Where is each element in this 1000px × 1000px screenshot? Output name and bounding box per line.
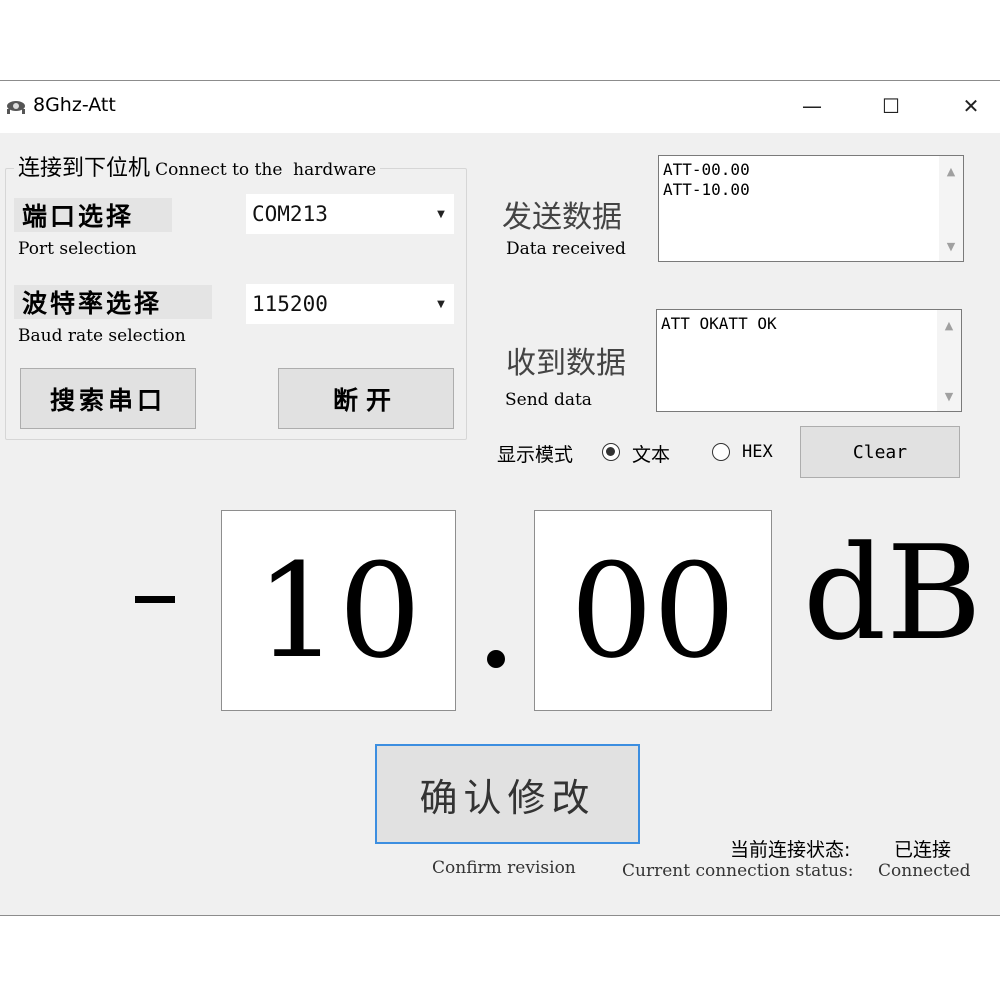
port-select[interactable]: COM213 ▼	[246, 194, 454, 234]
scroll-up-icon[interactable]: ▲	[937, 314, 961, 336]
window-title: 8Ghz-Att	[33, 94, 116, 116]
port-select-value: COM213	[252, 202, 328, 226]
fraction-field[interactable]: 00	[534, 510, 772, 711]
close-button[interactable]: ✕	[941, 81, 1000, 131]
send-label-cn: 发送数据	[502, 200, 622, 235]
status-value-en: Connected	[878, 861, 971, 881]
confirm-caption: Confirm revision	[432, 858, 576, 878]
baud-label-cn: 波特率选择	[14, 285, 212, 319]
radio-text-label[interactable]: 文本	[632, 440, 670, 467]
minimize-button[interactable]: —	[782, 81, 842, 131]
window-bottom-border	[0, 915, 1000, 916]
status-label-cn: 当前连接状态:	[730, 839, 851, 861]
search-port-button[interactable]: 搜索串口	[20, 368, 196, 429]
receive-data-scrollbar[interactable]: ▲ ▼	[937, 310, 961, 411]
status-label-en: Current connection status:	[622, 861, 854, 881]
port-label-cn: 端口选择	[14, 198, 172, 232]
port-label-en: Port selection	[18, 239, 137, 259]
disconnect-button[interactable]: 断开	[278, 368, 454, 429]
title-bar[interactable]: 8Ghz-Att — ☐ ✕	[0, 81, 1000, 133]
receive-label-en: Send data	[505, 390, 592, 410]
confirm-button[interactable]: 确认修改	[375, 744, 640, 844]
send-data-text: ATT-00.00 ATT-10.00	[663, 160, 750, 199]
send-data-textbox[interactable]: ATT-00.00 ATT-10.00 ▲ ▼	[658, 155, 964, 262]
send-label-en: Data received	[506, 239, 626, 259]
baud-select[interactable]: 115200 ▼	[246, 284, 454, 324]
radio-text[interactable]	[602, 443, 620, 461]
unit-label: dB	[803, 517, 982, 669]
chevron-down-icon[interactable]: ▼	[428, 194, 454, 234]
display-mode-label: 显示模式	[497, 444, 574, 466]
receive-data-textbox[interactable]: ATT OKATT OK ▲ ▼	[656, 309, 962, 412]
baud-label-en: Baud rate selection	[18, 326, 186, 346]
decimal-point	[487, 650, 505, 668]
scroll-down-icon[interactable]: ▼	[937, 385, 961, 407]
connection-title-cn: 连接到下位机	[18, 156, 151, 181]
receive-label-cn: 收到数据	[506, 346, 626, 381]
clear-button[interactable]: Clear	[800, 426, 960, 478]
baud-select-value: 115200	[252, 292, 328, 316]
scroll-up-icon[interactable]: ▲	[939, 160, 963, 182]
radio-selected-dot	[606, 447, 615, 456]
receive-data-text: ATT OKATT OK	[661, 314, 777, 333]
sign-minus	[135, 596, 175, 603]
integer-field[interactable]: 10	[221, 510, 456, 711]
scroll-down-icon[interactable]: ▼	[939, 235, 963, 257]
send-data-scrollbar[interactable]: ▲ ▼	[939, 156, 963, 261]
maximize-button[interactable]: ☐	[861, 81, 921, 131]
app-icon	[5, 95, 27, 117]
connection-title-en: Connect to the hardware	[155, 160, 377, 180]
chevron-down-icon[interactable]: ▼	[428, 284, 454, 324]
radio-hex[interactable]	[712, 443, 730, 461]
radio-hex-label[interactable]: HEX	[742, 442, 773, 462]
status-value-cn: 已连接	[894, 839, 952, 861]
connection-group-title: 连接到下位机 Connect to the hardware	[14, 150, 381, 182]
